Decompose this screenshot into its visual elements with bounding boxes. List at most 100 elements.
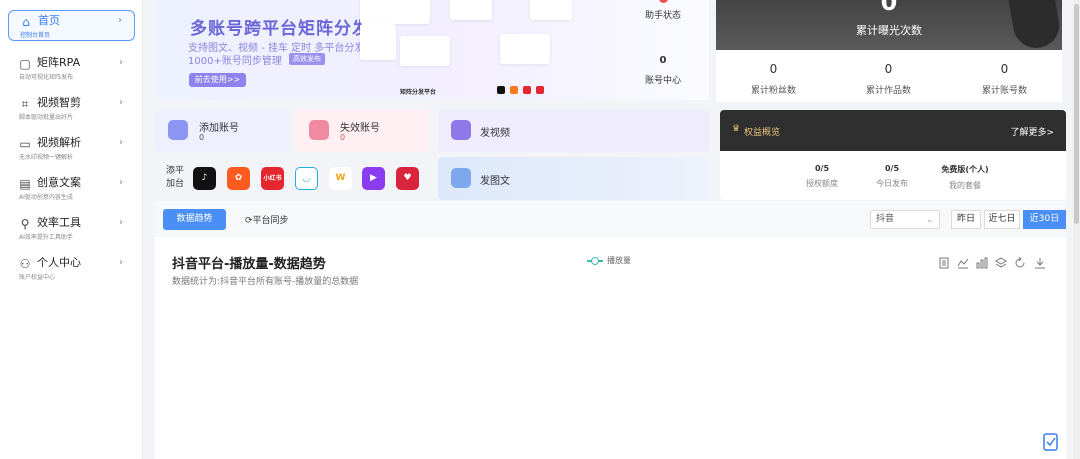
download-icon[interactable]	[1034, 257, 1046, 269]
bar-chart-icon[interactable]	[976, 257, 988, 269]
page-scrollbar[interactable]	[1073, 0, 1080, 459]
mock-card	[450, 0, 492, 20]
douyin-mini-icon	[497, 86, 505, 94]
sidebar-item-tools[interactable]: ⚲ 效率工具 AI效率提升工具助手 ›	[8, 213, 135, 244]
assistant-status-label: 助手状态	[644, 11, 681, 21]
chevron-right-icon: ›	[119, 57, 123, 68]
sidebar-item-video-edit[interactable]: ⌗ 视频智剪 脚本驱动批量出好片 ›	[8, 93, 135, 124]
post-image-card[interactable]: 发图文	[438, 157, 710, 200]
sidebar-item-video-parse[interactable]: ▭ 视频解析 无水印视频一键解析 ›	[8, 133, 135, 164]
crown-icon: ♛	[732, 124, 741, 134]
benefit-label: 今日发布	[876, 179, 908, 188]
range-yesterday-button[interactable]: 昨日	[951, 210, 981, 229]
sidebar-item-sub: 无水印视频一键解析	[19, 154, 74, 161]
add-platform-label: 添平加台	[166, 166, 185, 189]
stat-value: 0	[769, 62, 778, 76]
range-7days-button[interactable]: 近七日	[984, 210, 1020, 229]
line-chart-icon[interactable]	[957, 257, 969, 269]
sidebar-item-label: 视频智剪	[37, 96, 81, 109]
mock-card	[400, 36, 450, 66]
sidebar-item-label: 创意文案	[37, 176, 81, 189]
mock-platform-title: 矩阵分发平台	[400, 89, 437, 96]
sidebar-item-label: 矩阵RPA	[37, 56, 81, 69]
exposure-value: 0	[880, 0, 898, 16]
sidebar-item-sub: AI驱动创意内容生成	[19, 194, 73, 201]
kuaishou-mini-icon	[510, 86, 518, 94]
benefit-label: 我的套餐	[949, 181, 981, 190]
platform-select[interactable]: 抖音 ⌄	[870, 210, 940, 229]
scrollbar-thumb[interactable]	[1074, 4, 1079, 224]
bilibili-icon[interactable]: ◡	[295, 167, 318, 190]
banner-title: 多账号跨平台矩阵分发	[190, 19, 370, 39]
sidebar-item-label: 效率工具	[37, 216, 81, 229]
sidebar-item-copywriting[interactable]: ▤ 创意文案 AI驱动创意内容生成 ›	[8, 173, 135, 204]
chevron-right-icon: ›	[119, 97, 123, 108]
restore-icon[interactable]	[1014, 257, 1026, 269]
sidebar-item-profile[interactable]: ⚇ 个人中心 账户权益中心 ›	[8, 253, 135, 284]
mock-card	[360, 0, 430, 24]
assistant-panel: 助手状态 0 账号中心	[620, 0, 706, 100]
kuaishou-icon[interactable]: ✿	[227, 167, 250, 190]
video-play-icon[interactable]: ▶	[362, 167, 385, 190]
stat-value: 0	[884, 62, 893, 76]
sidebar-item-sub: 脚本驱动批量出好片	[19, 114, 74, 121]
mock-card	[360, 24, 396, 60]
post-video-card[interactable]: 发视频	[438, 109, 710, 152]
xiaohongshu-icon[interactable]: 小红书	[261, 167, 284, 190]
video-parse-icon: ▭	[19, 137, 31, 151]
sidebar-item-label: 视频解析	[37, 136, 81, 149]
sidebar-item-sub: AI效率提升工具助手	[19, 234, 73, 241]
trend-chart-panel: 抖音平台-播放量-数据趋势 数据统计为:抖音平台所有账号-播放量的总数据 播放量	[155, 237, 1066, 459]
sidebar: ⌂ 首页 控制台首页 › ▢ 矩阵RPA 自动可视化矩阵发布 › ⌗ 视频智剪 …	[0, 0, 143, 459]
mock-card	[530, 0, 572, 20]
wechat-channels-icon[interactable]: W	[329, 167, 352, 190]
tools-icon: ⚲	[20, 217, 30, 231]
banner-subtitle-2: 1000+账号同步管理	[188, 56, 282, 67]
trend-toolbar: 数据趋势 ⟳平台同步 抖音 ⌄ 昨日 近七日 近30日	[155, 201, 1066, 237]
chevron-right-icon: ›	[119, 137, 123, 148]
scissors-icon: ⌗	[21, 97, 29, 111]
range-30days-button[interactable]: 近30日	[1023, 210, 1066, 229]
sidebar-item-rpa[interactable]: ▢ 矩阵RPA 自动可视化矩阵发布 ›	[8, 53, 135, 84]
mock-card	[500, 34, 550, 64]
banner-cta-button[interactable]: 前去使用>>	[189, 73, 246, 87]
invalid-account-card[interactable]: 失效账号 0	[296, 109, 430, 152]
stat-value: 0	[1000, 62, 1009, 76]
sidebar-item-label: 首页	[38, 14, 60, 27]
sidebar-item-sub: 控制台首页	[20, 32, 51, 39]
account-center-label[interactable]: 账号中心	[620, 73, 706, 86]
benefit-plan: 免费版(个人) 我的套餐	[925, 164, 1005, 191]
checklist-icon[interactable]	[1042, 433, 1060, 453]
benefit-quota: 0/5 授权额度	[782, 164, 862, 189]
data-view-icon[interactable]	[938, 257, 950, 269]
add-account-card[interactable]: 添加账号 0	[155, 109, 289, 152]
invalid-user-icon	[309, 120, 329, 140]
platform-sync-label: 平台同步	[252, 216, 289, 226]
sidebar-item-label: 个人中心	[37, 256, 81, 269]
sidebar-item-home[interactable]: ⌂ 首页 控制台首页 ›	[8, 10, 135, 41]
copywriting-icon: ▤	[19, 177, 31, 191]
chart-legend[interactable]: 播放量	[587, 255, 631, 266]
user-icon: ⚇	[19, 257, 31, 271]
tab-data-trend[interactable]: 数据趋势	[163, 209, 226, 230]
benefits-title: 权益概览	[744, 128, 781, 138]
douyin-icon[interactable]: ♪	[193, 167, 216, 190]
post-video-label: 发视频	[480, 128, 510, 139]
play-icon	[451, 120, 471, 140]
weishi-icon[interactable]: ♥	[396, 167, 419, 190]
totals-panel: 0 累计粉丝数 0 累计作品数 0 累计账号数	[716, 50, 1062, 102]
account-center-value: 0	[659, 55, 667, 66]
banner-tag: 高效发布	[289, 53, 325, 65]
stat-label: 累计作品数	[865, 86, 911, 96]
benefits-more-link[interactable]: 了解更多>	[1010, 125, 1054, 138]
refresh-icon: ⟳	[245, 216, 253, 226]
platform-sync-button[interactable]: ⟳平台同步	[245, 213, 289, 226]
benefit-label: 授权额度	[806, 179, 838, 188]
stat-label: 累计账号数	[981, 86, 1027, 96]
stack-icon[interactable]	[995, 257, 1007, 269]
invalid-account-count: 0	[340, 133, 346, 142]
benefits-header: ♛ 权益概览 了解更多>	[720, 110, 1066, 151]
status-dot	[659, 0, 668, 3]
sidebar-item-sub: 自动可视化矩阵发布	[19, 74, 74, 81]
chevron-right-icon: ›	[119, 177, 123, 188]
